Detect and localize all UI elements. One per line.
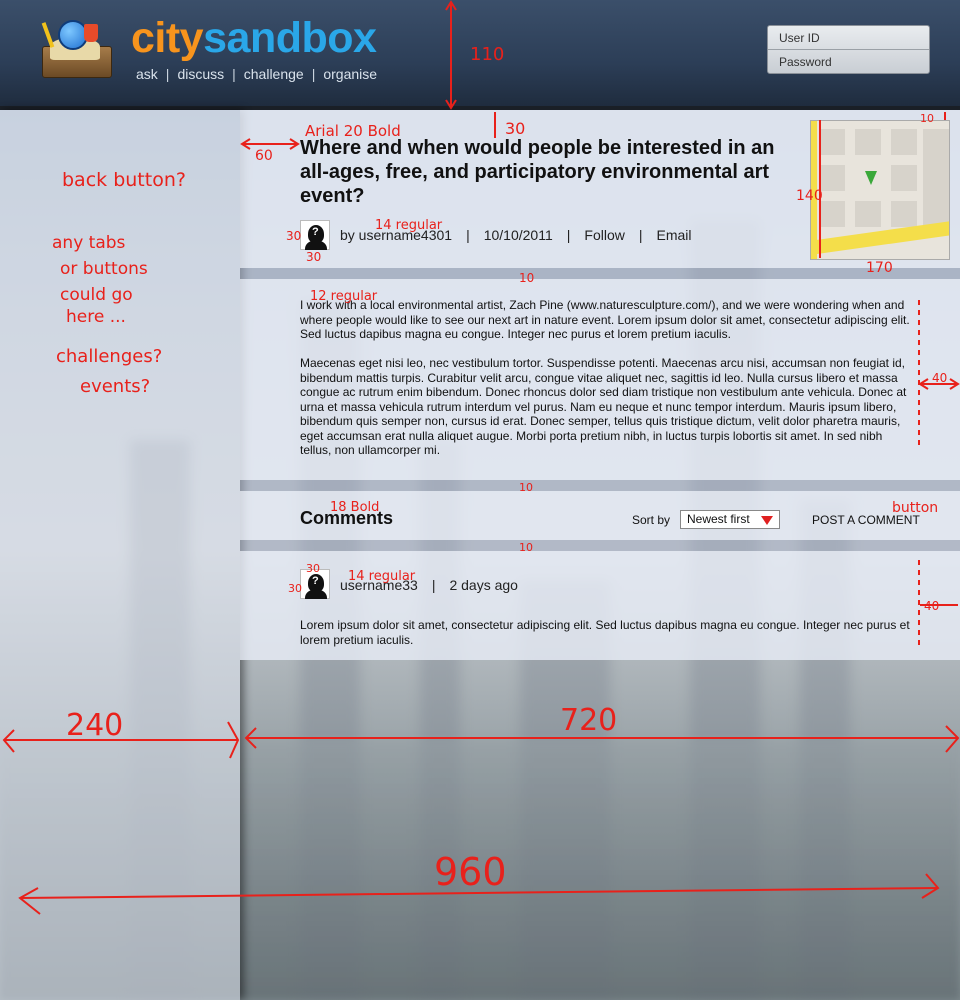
sort-dropdown[interactable]: Newest first <box>680 510 780 529</box>
panel-gap <box>240 480 960 491</box>
login-box <box>767 25 930 74</box>
nav-separator: | <box>311 66 316 82</box>
question-body-panel: I work with a local environmental artist… <box>240 279 960 480</box>
location-map[interactable] <box>810 120 950 260</box>
meta-separator: | <box>431 577 436 593</box>
commenter-link[interactable]: username33 <box>340 577 418 593</box>
follow-link[interactable]: Follow <box>584 227 624 243</box>
author-link[interactable]: by username4301 <box>340 227 452 243</box>
question-panel: Where and when would people be intereste… <box>240 110 960 268</box>
question-meta: by username4301 | 10/10/2011 | Follow | Email <box>340 227 692 243</box>
panel-gap <box>240 268 960 279</box>
sandbox-logo-icon[interactable] <box>40 18 112 80</box>
nav-organise[interactable]: organise <box>323 66 377 82</box>
body-paragraph: I work with a local environmental artist… <box>300 298 910 341</box>
question-title: Where and when would people be intereste… <box>300 137 775 207</box>
dropdown-arrow-icon <box>761 516 773 525</box>
post-comment-button[interactable]: POST A COMMENT <box>812 513 920 527</box>
meta-separator: | <box>466 227 470 243</box>
site-brand[interactable]: citysandbox <box>131 14 377 63</box>
site-header: citysandbox ask | discuss | challenge | organi… <box>0 0 960 110</box>
question-body: I work with a local environmental artist… <box>300 298 915 472</box>
comment-text: Lorem ipsum dolor sit amet, consectetur … <box>300 618 910 647</box>
nav-challenge[interactable]: challenge <box>244 66 304 82</box>
nav-separator: | <box>165 66 170 82</box>
comments-header: Comments Sort by Newest first POST A COM… <box>240 491 960 540</box>
author-avatar[interactable]: ? <box>300 220 330 250</box>
user-id-input[interactable] <box>768 26 929 50</box>
comment-time: 2 days ago <box>449 577 518 593</box>
nav-ask[interactable]: ask <box>136 66 158 82</box>
meta-separator: | <box>566 227 571 243</box>
email-link[interactable]: Email <box>657 227 692 243</box>
comment-meta: username33 | 2 days ago <box>340 577 518 593</box>
brand-city: city <box>131 14 204 62</box>
brand-sandbox: sandbox <box>203 14 377 62</box>
commenter-avatar[interactable]: ? <box>300 569 330 599</box>
body-paragraph: Maecenas eget nisi leo, nec vestibulum t… <box>300 356 907 457</box>
panel-gap <box>240 540 960 551</box>
sort-value: Newest first <box>687 512 750 526</box>
comments-title: Comments <box>300 508 394 528</box>
password-input[interactable] <box>768 50 929 74</box>
nav-separator: | <box>232 66 236 82</box>
sort-label: Sort by <box>632 513 671 527</box>
question-date: 10/10/2011 <box>483 227 553 243</box>
meta-separator: | <box>638 227 643 243</box>
left-sidebar <box>0 110 240 1000</box>
main-nav: ask | discuss | challenge | organise <box>136 66 377 82</box>
nav-discuss[interactable]: discuss <box>177 66 224 82</box>
comment-item: ? username33 | 2 days ago Lorem ipsum dolo… <box>240 551 960 660</box>
